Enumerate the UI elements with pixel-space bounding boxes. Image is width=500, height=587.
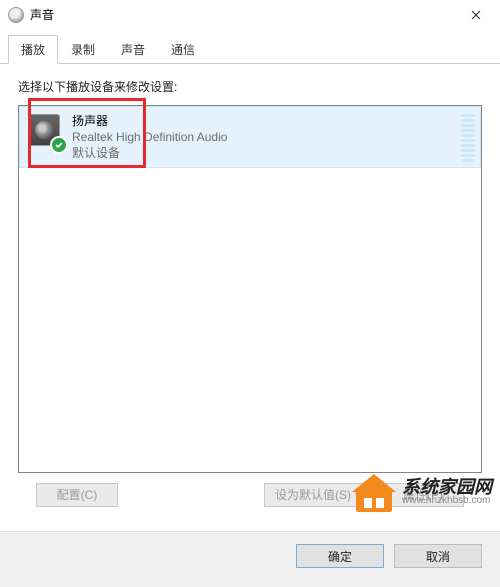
tab-playback[interactable]: 播放 (8, 35, 58, 64)
configure-button[interactable]: 配置(C) (36, 483, 118, 507)
watermark-text: 系统家园网 www.hnzkhbsb.com (402, 480, 492, 508)
device-name: 扬声器 (72, 113, 227, 129)
watermark-house-icon (354, 474, 394, 514)
tab-record[interactable]: 录制 (58, 35, 108, 64)
tab-bar: 播放 录制 声音 通信 (0, 30, 500, 64)
watermark: 系统家园网 www.hnzkhbsb.com (354, 474, 492, 514)
device-item-speaker[interactable]: 扬声器 Realtek High Definition Audio 默认设备 (19, 106, 481, 168)
default-check-icon (50, 136, 68, 154)
set-default-label: 设为默认值(S) (275, 488, 351, 502)
app-icon (8, 7, 24, 23)
dialog-buttons: 确定 取消 (0, 531, 500, 587)
ok-button[interactable]: 确定 (296, 544, 384, 568)
cancel-button[interactable]: 取消 (394, 544, 482, 568)
spacer (128, 483, 254, 507)
close-button[interactable] (453, 1, 498, 29)
level-meter (461, 114, 475, 162)
window-title: 声音 (30, 6, 453, 23)
tab-sound[interactable]: 声音 (108, 35, 158, 64)
titlebar: 声音 (0, 0, 500, 30)
tab-content: 选择以下播放设备来修改设置: 扬声器 Realtek High Definiti… (0, 64, 500, 517)
device-status: 默认设备 (72, 145, 227, 161)
close-icon (471, 10, 481, 20)
device-icon-wrap (28, 114, 64, 150)
instruction-text: 选择以下播放设备来修改设置: (18, 78, 482, 95)
device-list[interactable]: 扬声器 Realtek High Definition Audio 默认设备 (18, 105, 482, 473)
tab-comm[interactable]: 通信 (158, 35, 208, 64)
watermark-sub: www.hnzkhbsb.com (402, 494, 492, 508)
watermark-title: 系统家园网 (402, 480, 492, 494)
device-desc: Realtek High Definition Audio (72, 129, 227, 145)
device-text: 扬声器 Realtek High Definition Audio 默认设备 (72, 113, 227, 161)
